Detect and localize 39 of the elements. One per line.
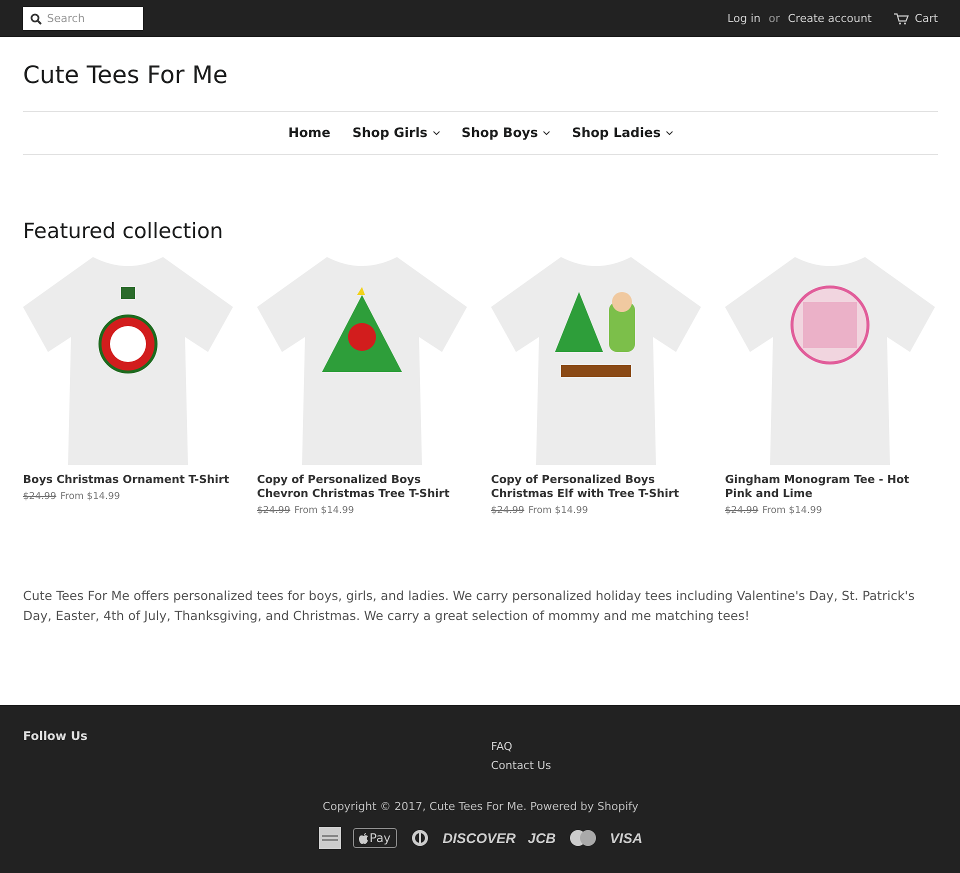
caret-icon	[432, 130, 440, 136]
section-heading: Featured collection	[23, 219, 224, 243]
search-icon	[30, 13, 42, 25]
old-price: $24.99	[257, 505, 290, 516]
separator-text: or	[768, 12, 780, 25]
nav-link[interactable]: Shop Ladies	[572, 126, 673, 140]
card-icon	[318, 827, 340, 849]
product-price: From $14.99	[294, 505, 354, 516]
caret-icon	[542, 130, 550, 136]
cart-icon	[894, 12, 909, 24]
product-price: From $14.99	[60, 491, 120, 502]
product-title[interactable]: Boys Christmas Ornament T-Shirt	[23, 473, 233, 487]
create-account-link[interactable]: Create account	[788, 12, 872, 25]
footer-link[interactable]: FAQ	[491, 740, 938, 753]
product-title[interactable]: Copy of Personalized Boys Chevron Christmas Tree T-Shirt	[257, 473, 467, 501]
old-price: $24.99	[491, 505, 524, 516]
login-link[interactable]: Log in	[727, 12, 761, 25]
product-price: From $14.99	[528, 505, 588, 516]
apple-pay-logo: Pay	[352, 828, 397, 848]
about-text: Cute Tees For Me offers personalized tees for boys, girls, and ladies. We carry personalized holiday tees including Valentine's Day, St. Patrick's Day, Easter, 4th of July, Thanksgiving, and Christmas. We carry a great selection of mommy and me matching tees!	[23, 587, 916, 625]
nav-link[interactable]: Shop Girls	[352, 126, 440, 140]
search-field[interactable]: Search	[23, 7, 143, 30]
old-price: $24.99	[725, 505, 758, 516]
nav-link[interactable]: Home	[288, 126, 330, 140]
product-title[interactable]: Copy of Personalized Boys Christmas Elf with Tree T-Shirt	[491, 473, 701, 501]
card-icon	[568, 829, 598, 847]
old-price: $24.99	[23, 491, 56, 502]
footer-link[interactable]: Contact Us	[491, 759, 938, 772]
product-title[interactable]: Gingham Monogram Tee - Hot Pink and Lime	[725, 473, 935, 501]
copyright-text: Copyright © 2017, Cute Tees For Me. Powered by Shopify	[322, 800, 640, 813]
nav-link[interactable]: Shop Boys	[462, 126, 550, 140]
caret-icon	[666, 130, 673, 136]
footer-heading: Follow Us	[23, 729, 89, 745]
product-price: From $14.99	[762, 505, 822, 516]
site-title: Cute Tees For Me	[23, 60, 229, 91]
cart-link[interactable]: Cart	[894, 12, 938, 25]
card-logo: DISCOVER	[442, 830, 516, 846]
card-logo: VISA	[610, 830, 642, 846]
card-logo: JCB	[528, 830, 556, 846]
